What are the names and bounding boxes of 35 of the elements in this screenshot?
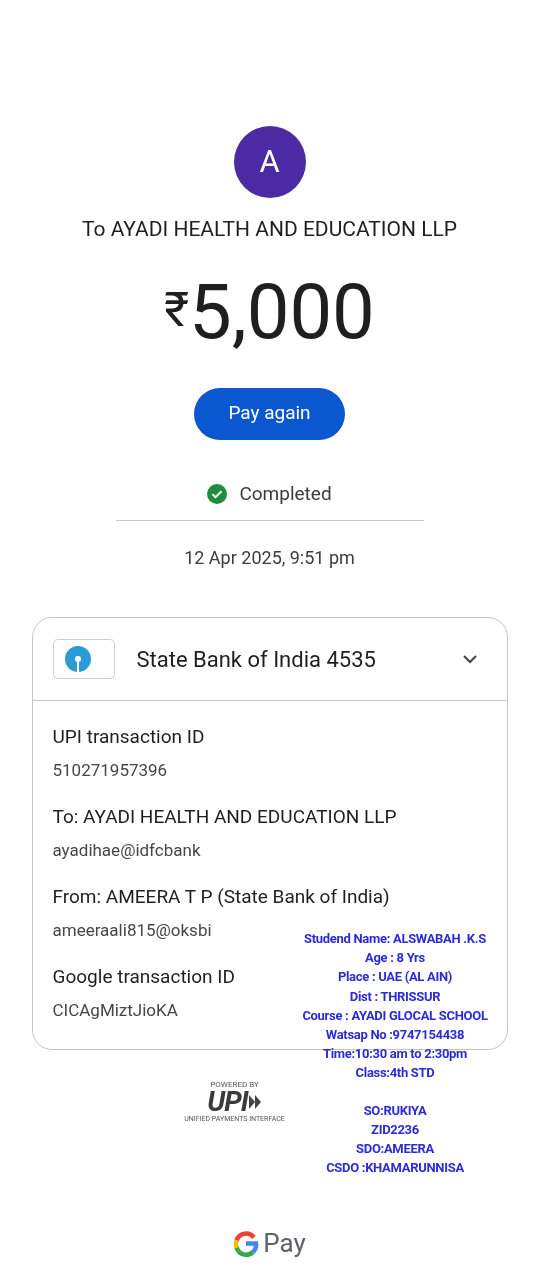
google-g-icon: [233, 1230, 260, 1257]
note-line: ZID2236: [371, 1120, 419, 1139]
note-line: Age : 8 Yrs: [365, 949, 425, 968]
status-label: Completed: [239, 480, 332, 507]
note-line: Time:10:30 am to 2:30pm: [322, 1045, 468, 1064]
detail-value: ayadihae@idfcbank: [52, 839, 201, 861]
bank-account-name: State Bank of India 4535: [136, 645, 377, 674]
detail-label: UPI transaction ID: [52, 725, 205, 749]
detail-label: To: AYADI HEALTH AND EDUCATION LLP: [52, 805, 397, 829]
brand-name: Pay: [263, 1227, 306, 1260]
bank-logo-icon: [52, 639, 115, 679]
note-line: Class:4th STD: [355, 1064, 435, 1083]
amount: 5,000: [189, 273, 375, 350]
arrows-icon: [247, 1094, 262, 1110]
powered-by-caption: POWERED BY: [210, 1080, 259, 1089]
detail-value: ameeraali815@oksbi: [52, 919, 212, 941]
upi-logo: UPI: [207, 1089, 248, 1115]
note-line: Studend Name: ALSWABAH .K.S: [304, 930, 486, 948]
note-line: Place : UAE (AL AIN): [337, 968, 453, 987]
payee-title: To AYADI HEALTH AND EDUCATION LLP: [81, 216, 458, 243]
detail-label: Google transaction ID: [52, 965, 235, 989]
avatar: A: [233, 126, 306, 198]
note-line: Dist : THRISSUR: [349, 987, 441, 1006]
note-line: SDO:AMEERA: [356, 1140, 434, 1159]
pay-again-button[interactable]: Pay again: [194, 387, 345, 440]
currency-symbol: ₹: [164, 285, 189, 334]
detail-label: From: AMEERA T P (State Bank of India): [52, 885, 390, 909]
note-line: SO:RUKIYA: [363, 1101, 427, 1120]
detail-value: CICAgMiztJioKA: [52, 999, 178, 1021]
transaction-date: 12 Apr 2025, 9:51 pm: [184, 546, 355, 570]
note-line: Course : AYADI GLOCAL SCHOOL: [302, 1006, 488, 1025]
detail-value: 510271957396: [52, 759, 168, 781]
check-circle-icon: [207, 483, 228, 504]
note-line: CSDO :KHAMARUNNISA: [326, 1159, 464, 1178]
note-line: Watsap No :9747154438: [325, 1026, 465, 1044]
